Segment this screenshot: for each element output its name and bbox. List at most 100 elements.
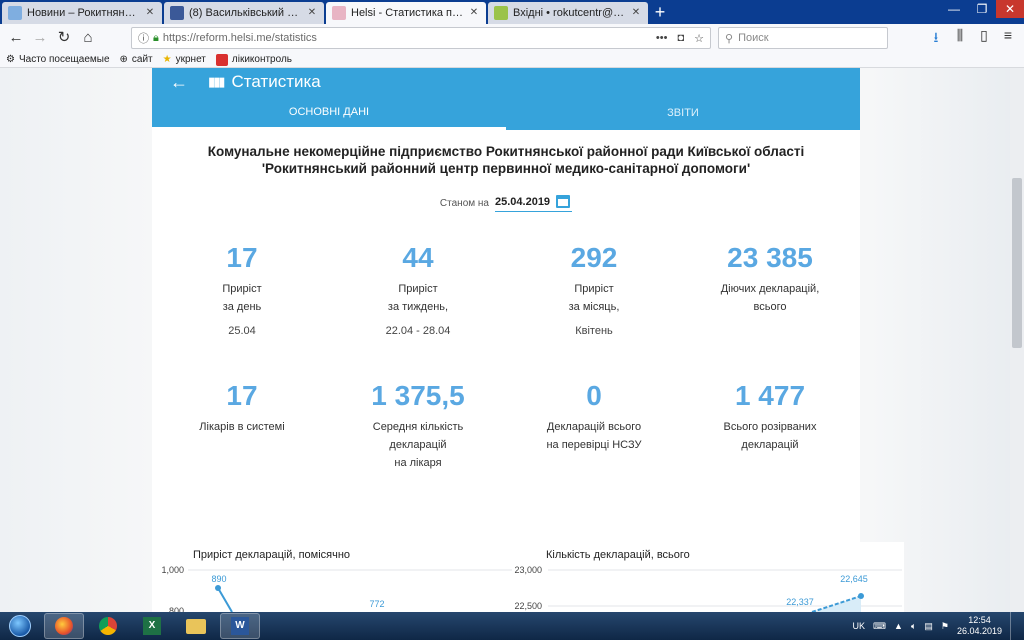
close-window-icon[interactable]: ✕ <box>996 0 1024 18</box>
clock[interactable]: 12:54 26.04.2019 <box>957 615 1002 637</box>
show-hidden-icons-icon[interactable]: ▲ <box>894 621 903 631</box>
keyboard-icon[interactable]: ⌨ <box>873 621 886 632</box>
tab-close-icon[interactable]: ✕ <box>306 7 318 19</box>
bookmark-ukrnet[interactable]: ★ укрнет <box>163 54 206 65</box>
chart-title-total: Кількість декларацій, всього <box>546 549 690 561</box>
date-selector: Станом на 25.04.2019 <box>152 195 860 212</box>
scrollbar-thumb[interactable] <box>1012 178 1022 348</box>
bookmarks-bar: ⚙ Часто посещаемые ⊕ сайт ★ укрнет лікик… <box>0 52 1024 68</box>
bookmark-label: Часто посещаемые <box>18 54 110 65</box>
bookmark-label: лікиконтроль <box>231 54 293 65</box>
navigation-bar: ← → ↻ ⌂ ⓘ 🔒︎ https://reform.helsi.me/sta… <box>0 24 1024 52</box>
show-desktop-button[interactable] <box>1010 612 1018 640</box>
page-content: ← ▮▮▮ Статистика ОСНОВНІ ДАНІ ЗВІТИ Кому… <box>0 68 1024 612</box>
facebook-icon <box>170 6 184 20</box>
data-label: 772 <box>369 599 384 609</box>
taskbar-word[interactable]: W <box>220 613 260 639</box>
bookmark-label: сайт <box>131 54 153 65</box>
more-actions-icon[interactable]: ••• <box>656 32 668 45</box>
tab-close-icon[interactable]: ✕ <box>144 7 156 19</box>
browser-tab-4[interactable]: Вхідні • rokutcentr@ukr.net ✕ <box>488 2 648 24</box>
date-value: 25.04.2019 <box>495 195 551 208</box>
statistics-panel: ← ▮▮▮ Статистика ОСНОВНІ ДАНІ ЗВІТИ Кому… <box>152 68 860 612</box>
calendar-icon[interactable] <box>556 195 571 208</box>
tab-main-data[interactable]: ОСНОВНІ ДАНІ <box>152 96 506 130</box>
back-arrow-icon[interactable]: ← <box>170 72 188 93</box>
minimize-icon[interactable]: — <box>940 0 968 18</box>
browser-tab-2[interactable]: (8) Васильківський районний ✕ <box>164 2 324 24</box>
stat-label: за місяць, <box>568 301 620 313</box>
helsi-favicon-icon <box>332 6 346 20</box>
stat-growth-day: 17 Приріст за день 25.04 <box>152 242 332 340</box>
taskbar-excel[interactable]: X <box>132 613 172 639</box>
data-label: 890 <box>211 574 226 584</box>
bookmark-star-icon[interactable]: ☆ <box>694 32 704 45</box>
search-icon: ⚲ <box>725 32 734 45</box>
stat-number: 292 <box>570 242 618 273</box>
download-icon[interactable]: ⭳ <box>928 27 944 51</box>
vertical-scrollbar[interactable] <box>1010 68 1024 612</box>
forward-arrow-icon[interactable]: → <box>28 26 52 50</box>
tab-strip: Новини – Рокитнянський Цен ✕ (8) Васильк… <box>0 0 1024 24</box>
stat-label: за день <box>222 301 262 313</box>
stat-label: на лікаря <box>394 457 442 469</box>
firefox-icon <box>55 617 73 635</box>
stat-label: декларацій <box>389 439 447 451</box>
new-tab-button[interactable]: + <box>648 2 672 24</box>
taskbar-firefox[interactable] <box>44 613 84 639</box>
menu-icon[interactable]: ≡ <box>1000 27 1016 51</box>
stat-average-per-doctor: 1 375,5 Середня кількість декларацій на … <box>328 380 508 472</box>
stat-doctors: 17 Лікарів в системі <box>152 380 332 436</box>
url-bar[interactable]: ⓘ 🔒︎ https://reform.helsi.me/statistics … <box>131 27 711 49</box>
taskbar-explorer[interactable] <box>176 613 216 639</box>
info-icon[interactable]: ⓘ <box>138 30 149 46</box>
bookmark-most-visited[interactable]: ⚙ Часто посещаемые <box>6 54 110 65</box>
browser-tab-3[interactable]: Helsi - Статистика по деклара ✕ <box>326 2 486 24</box>
data-point[interactable] <box>858 593 864 599</box>
network-icon[interactable]: ▤ <box>924 621 933 632</box>
bookmark-likikontrol[interactable]: лікиконтроль <box>215 53 293 66</box>
lock-icon: 🔒︎ <box>153 31 159 44</box>
taskbar-chrome[interactable] <box>88 613 128 639</box>
pocket-icon[interactable]: ◘ <box>677 32 684 45</box>
home-icon[interactable]: ⌂ <box>76 26 100 50</box>
flag-icon[interactable]: ⚑ <box>941 621 949 632</box>
stat-label: Приріст <box>574 283 614 295</box>
library-icon[interactable]: ⫼ <box>952 27 968 51</box>
url-text[interactable]: https://reform.helsi.me/statistics <box>163 32 656 44</box>
y-tick-label: 23,000 <box>514 565 542 575</box>
tab-title: Вхідні • rokutcentr@ukr.net <box>513 7 626 19</box>
stat-label: Лікарів в системі <box>199 421 285 433</box>
bookmark-site[interactable]: ⊕ сайт <box>120 54 153 65</box>
stat-growth-week: 44 Приріст за тиждень, 22.04 - 28.04 <box>328 242 508 340</box>
page-title: Статистика <box>231 72 321 91</box>
start-button[interactable] <box>0 612 40 640</box>
data-point[interactable] <box>215 585 221 591</box>
system-tray: UK ⌨ ▲ 🔈︎ ▤ ⚑ 12:54 26.04.2019 <box>853 612 1018 640</box>
browser-tab-1[interactable]: Новини – Рокитнянський Цен ✕ <box>2 2 162 24</box>
statistics-tabs: ОСНОВНІ ДАНІ ЗВІТИ <box>152 96 860 130</box>
tab-reports[interactable]: ЗВІТИ <box>506 96 860 130</box>
clock-time: 12:54 <box>968 615 991 625</box>
stat-label: Декларацій всього <box>546 421 642 433</box>
reload-icon[interactable]: ↻ <box>52 26 76 50</box>
stat-label: за тиждень, <box>387 301 449 313</box>
star-icon: ★ <box>162 54 172 65</box>
language-indicator[interactable]: UK <box>853 621 866 631</box>
tab-close-icon[interactable]: ✕ <box>468 7 480 19</box>
stat-under-review: 0 Декларацій всього на перевірці НСЗУ <box>504 380 684 454</box>
stat-label: всього <box>753 301 787 313</box>
chart-monthly-growth: 1,000 800 890 772 <box>161 565 512 612</box>
search-placeholder: Поиск <box>738 32 769 44</box>
back-arrow-icon[interactable]: ← <box>4 26 28 50</box>
stat-terminated: 1 477 Всього розірваних декларацій <box>680 380 860 454</box>
stat-number: 0 <box>586 380 602 411</box>
gear-icon: ⚙ <box>6 54 15 65</box>
maximize-icon[interactable]: ❐ <box>968 0 996 18</box>
tab-close-icon[interactable]: ✕ <box>630 7 642 19</box>
search-input[interactable]: ⚲ Поиск <box>718 27 888 49</box>
date-input[interactable]: 25.04.2019 <box>495 195 573 212</box>
volume-icon[interactable]: 🔈︎ <box>911 621 916 632</box>
sidebar-icon[interactable]: ▯ <box>976 27 992 51</box>
bar-chart-icon: ▮▮▮ <box>208 74 226 89</box>
